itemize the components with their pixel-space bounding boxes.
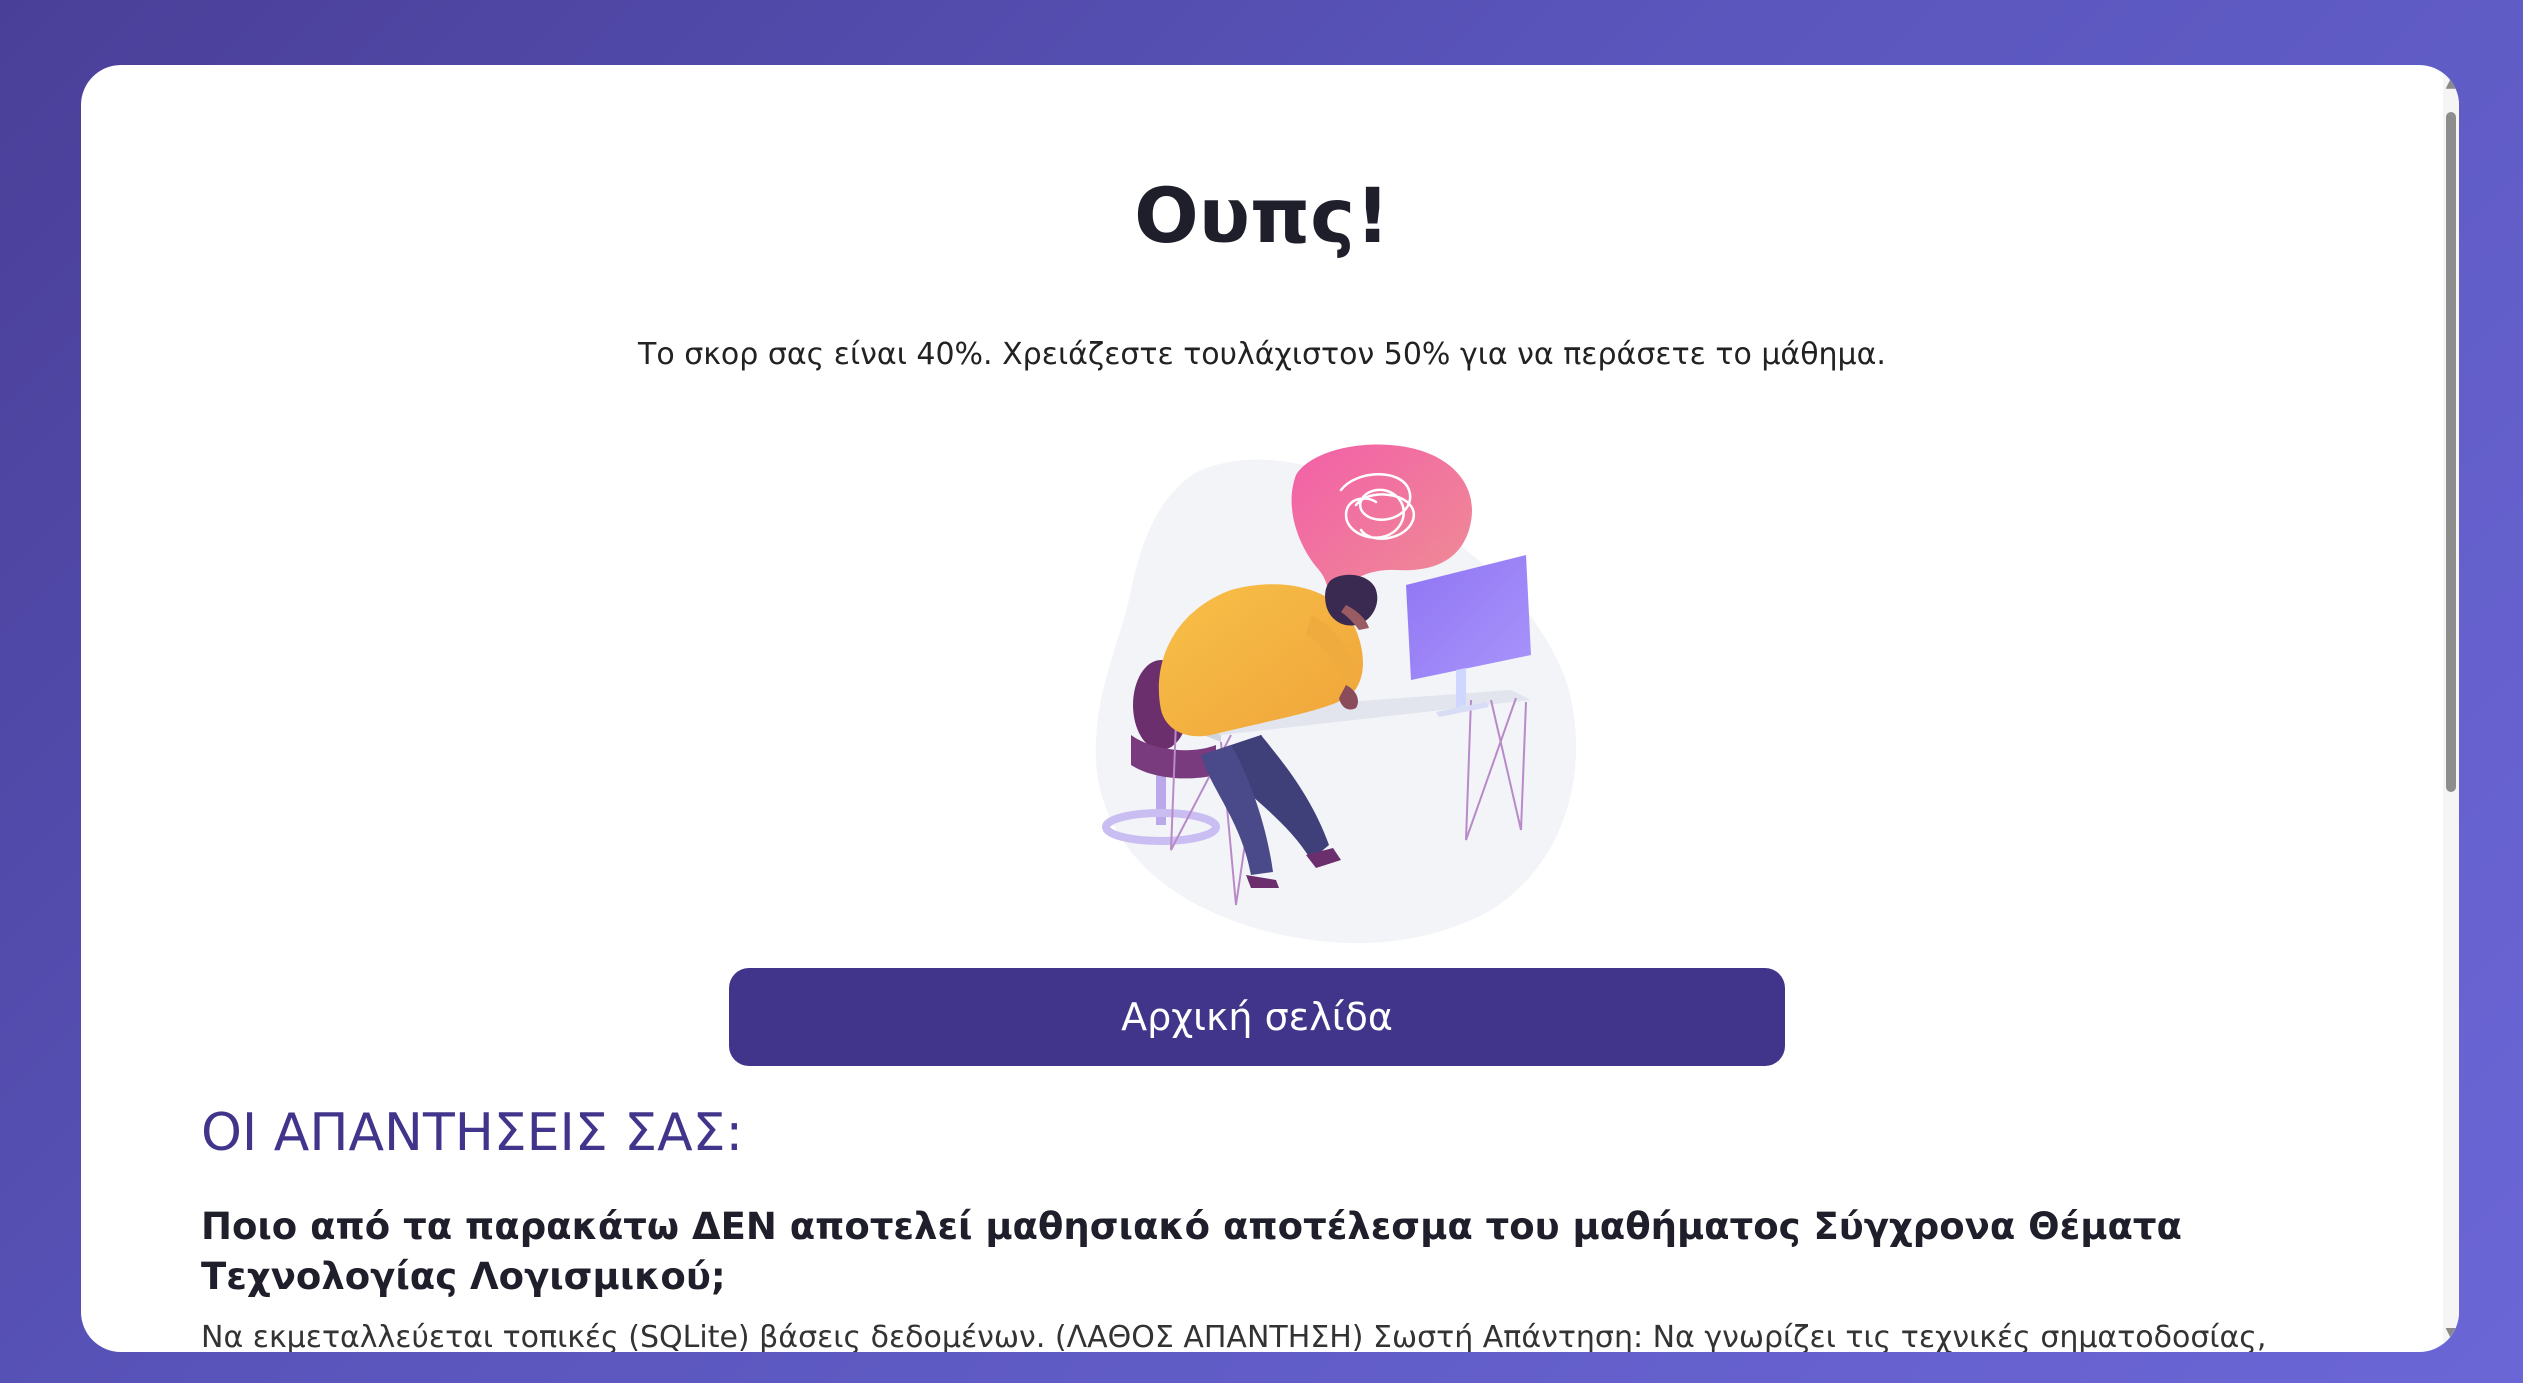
answers-heading: ΟΙ ΑΠΑΝΤΗΣΕΙΣ ΣΑΣ: xyxy=(201,1103,744,1163)
scroll-down-arrow-icon[interactable]: ▼ xyxy=(2443,1323,2459,1343)
scroll-thumb[interactable] xyxy=(2446,112,2456,792)
home-button[interactable]: Αρχική σελίδα xyxy=(729,968,1785,1066)
result-card: Ουπς! Το σκορ σας είναι 40%. Χρειάζεστε … xyxy=(81,65,2459,1352)
score-message: Το σκορ σας είναι 40%. Χρειάζεστε τουλάχ… xyxy=(638,337,1886,372)
result-title: Ουπς! xyxy=(1134,171,1390,260)
answer-text: Να εκμεταλλεύεται τοπικές (SQLite) βάσει… xyxy=(201,1320,2267,1352)
scroll-up-arrow-icon[interactable]: ▲ xyxy=(2443,73,2459,93)
vertical-scrollbar[interactable]: ▲ ▼ xyxy=(2443,65,2459,1352)
frustrated-person-at-computer-illustration xyxy=(1095,444,1577,944)
question-text: Ποιο από τα παρακάτω ΔΕΝ αποτελεί μαθησι… xyxy=(201,1205,2182,1298)
result-content: Ουπς! Το σκορ σας είναι 40%. Χρειάζεστε … xyxy=(81,65,2443,1352)
